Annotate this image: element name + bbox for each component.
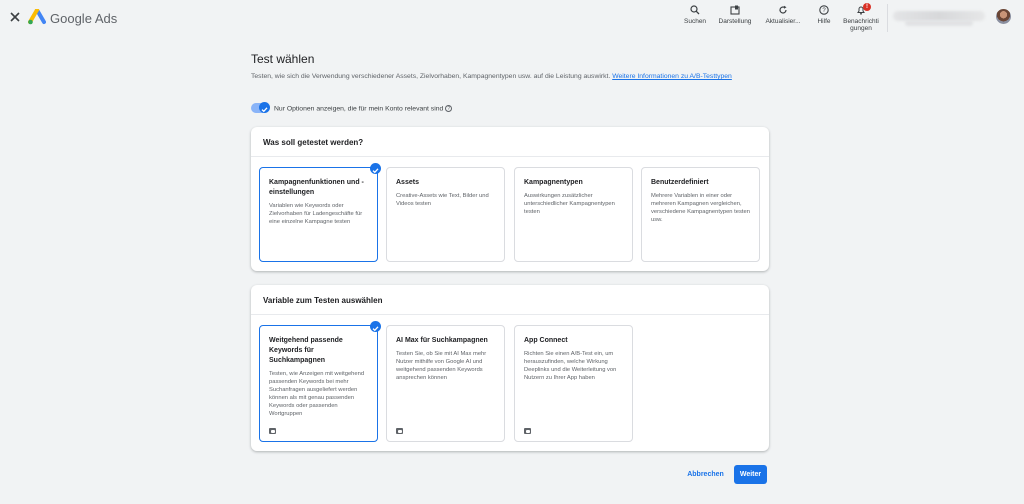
panel-title: Was soll getestet werden? (251, 127, 769, 157)
account-id-blurred (905, 20, 973, 26)
search-campaign-icon (524, 428, 531, 434)
card-description: Creative-Assets wie Text, Bilder und Vid… (396, 193, 489, 207)
toggle-label-text: Nur Optionen anzeigen, die für mein Kont… (274, 105, 444, 113)
page-title: Test wählen (251, 52, 315, 66)
brand-name: Google Ads (50, 11, 118, 26)
card-title: AI Max für Suchkampagnen (396, 337, 488, 344)
panel-title: Variable zum Testen auswählen (251, 285, 769, 315)
card-custom[interactable]: Benutzerdefiniert Mehrere Variablen in e… (641, 167, 760, 262)
card-campaign-settings[interactable]: Kampagnenfunktionen und -einstellungen V… (259, 163, 381, 262)
selected-check-icon (370, 163, 381, 174)
search-campaign-icon (269, 428, 276, 434)
card-title: Weitgehend passende Keywords für Suchkam… (269, 337, 343, 364)
toolbar-notifications-button[interactable]: Benachrichti gungen (841, 5, 881, 32)
card-title: Assets (396, 179, 419, 186)
test-type-panel: Was soll getestet werden? Kampagnenfunkt… (251, 127, 769, 271)
card-ai-max[interactable]: AI Max für Suchkampagnen Testen Sie, ob … (386, 325, 505, 442)
close-icon[interactable] (8, 10, 22, 24)
toolbar-refresh-button[interactable]: Aktualisier... (763, 5, 803, 25)
appearance-icon (730, 5, 740, 15)
card-broad-match-keywords[interactable]: Weitgehend passende Keywords für Suchkam… (259, 321, 381, 442)
card-assets[interactable]: Assets Creative-Assets wie Text, Bilder … (386, 167, 505, 262)
card-description: Testen, wie Anzeigen mit weitgehend pass… (269, 371, 365, 417)
card-description: Richten Sie einen A/B-Test ein, um herau… (524, 351, 617, 381)
card-title: Benutzerdefiniert (651, 179, 709, 186)
check-icon (261, 107, 268, 113)
search-campaign-icon (396, 428, 403, 434)
card-description: Auswirkungen zusätzlicher unterschiedlic… (524, 193, 615, 215)
avatar[interactable] (996, 9, 1011, 24)
card-title: App Connect (524, 337, 568, 344)
next-button[interactable]: Weiter (734, 465, 767, 484)
learn-more-link[interactable]: Weitere Informationen zu A/B-Testtypen (612, 73, 732, 80)
info-help-icon[interactable]: ? (445, 105, 453, 112)
toolbar-search-button[interactable]: Suchen (684, 5, 706, 25)
card-app-connect[interactable]: App Connect Richten Sie einen A/B-Test e… (514, 325, 633, 442)
search-icon (690, 5, 700, 15)
test-variable-panel: Variable zum Testen auswählen Weitgehend… (251, 285, 769, 451)
page-description-text: Testen, wie sich die Verwendung verschie… (251, 73, 613, 80)
notification-badge: ! (863, 3, 871, 11)
google-ads-logo-icon (28, 9, 46, 25)
top-app-bar: Google Ads Suchen Darstellung Aktualisie… (0, 0, 1024, 38)
refresh-icon (779, 5, 787, 14)
cancel-button[interactable]: Abbrechen (683, 466, 728, 484)
card-campaign-types[interactable]: Kampagnentypen Auswirkungen zusätzlicher… (514, 167, 633, 262)
card-description: Mehrere Variablen in einer oder mehreren… (651, 193, 750, 223)
card-title: Kampagnentypen (524, 179, 583, 186)
toolbar-label: Suchen (684, 18, 707, 25)
toolbar-label: Hilfe (817, 18, 831, 25)
toolbar-help-button[interactable]: ? Hilfe (813, 5, 835, 25)
card-description: Testen Sie, ob Sie mit AI Max mehr Nutze… (396, 351, 487, 381)
card-description: Variablen wie Keywords oder Zielvorhaben… (269, 203, 363, 225)
help-icon: ? (819, 5, 829, 15)
toggle-label: Nur Optionen anzeigen, die für mein Kont… (274, 105, 453, 113)
selected-check-icon (370, 321, 381, 332)
toggle-knob[interactable] (259, 102, 270, 113)
toolbar-label: Darstellung (718, 18, 752, 25)
toolbar-label: Benachrichti gungen (843, 18, 879, 32)
toolbar-appearance-button[interactable]: Darstellung (716, 5, 754, 25)
toolbar-divider (887, 4, 888, 32)
page-description: Testen, wie sich die Verwendung verschie… (251, 72, 771, 82)
card-title: Kampagnenfunktionen und -einstellungen (269, 179, 364, 196)
toolbar-label: Aktualisier... (765, 18, 801, 25)
